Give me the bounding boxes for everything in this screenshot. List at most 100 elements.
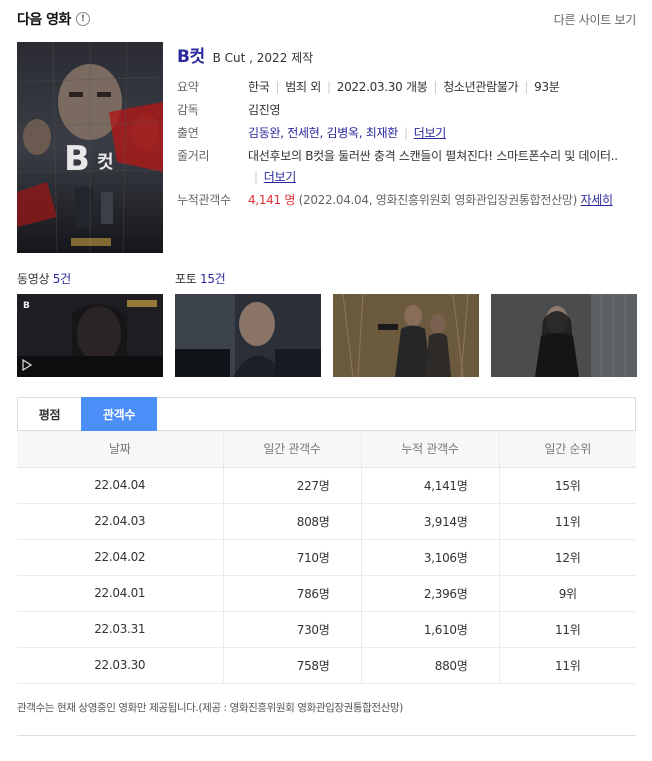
cell-date: 22.04.01	[17, 575, 224, 612]
plot-row: 줄거리 대선후보의 B컷을 둘러싼 충격 스캔들이 펼쳐진다! 스마트폰수리 및…	[177, 146, 637, 188]
divider: |	[403, 126, 408, 140]
movie-subtitle: B Cut , 2022 제작	[212, 51, 314, 65]
photo-thumbnail-1[interactable]	[175, 294, 321, 377]
movie-title-row: B컷 B Cut , 2022 제작	[177, 42, 637, 67]
info-rows: 요약 한국 | 범죄 외 | 2022.03.30 개봉 | 청소년관람불가 | 93분 감독 …	[177, 77, 637, 211]
table-row: 22.04.02 710명 3,106명 12위	[17, 539, 636, 576]
plot-more-link[interactable]: 더보기	[264, 170, 297, 184]
cell-date: 22.04.03	[17, 503, 224, 540]
media-section: 동영상 5건 포토 15건 B	[17, 270, 637, 380]
bottom-divider	[17, 735, 636, 736]
tab-rating[interactable]: 평점	[18, 398, 81, 430]
cell-rank: 12위	[499, 539, 636, 576]
divider: |	[275, 80, 280, 94]
info-tabs: 평점 관객수	[17, 397, 636, 431]
photo-heading[interactable]: 포토 15건	[175, 270, 226, 287]
cell-daily: 730명	[223, 611, 362, 648]
cell-cumulative: 4,141명	[361, 467, 500, 504]
audience-count: 4,141 명	[248, 193, 296, 207]
cell-rank: 9위	[499, 575, 636, 612]
table-row: 22.03.31 730명 1,610명 11위	[17, 611, 636, 648]
photo-thumbnail-2-image	[333, 294, 479, 377]
video-thumbnail[interactable]: B	[17, 294, 163, 377]
summary-row: 요약 한국 | 범죄 외 | 2022.03.30 개봉 | 청소년관람불가 | 93분	[177, 77, 637, 98]
director-link[interactable]: 김진영	[248, 100, 637, 121]
audience-table: 날짜 일간 관객수 누적 관객수 일간 순위 22.04.04 227명 4,1…	[17, 431, 636, 684]
country: 한국	[248, 80, 270, 94]
genre: 범죄 외	[285, 80, 321, 94]
other-sites-link[interactable]: 다른 사이트 보기	[554, 11, 637, 28]
tab-audience[interactable]: 관객수	[81, 397, 157, 431]
svg-text:컷: 컷	[97, 152, 114, 173]
director-row: 감독 김진영	[177, 100, 637, 121]
audience-row: 누적관객수 4,141 명 (2022.04.04, 영화진흥위원회 영화관입장…	[177, 190, 637, 211]
movie-title[interactable]: B컷	[177, 42, 205, 67]
audience-detail-link[interactable]: 자세히	[580, 193, 613, 207]
col-rank-header: 일간 순위	[499, 431, 636, 468]
cell-date: 22.03.30	[17, 647, 224, 684]
divider: |	[254, 170, 258, 184]
cell-cumulative: 1,610명	[361, 611, 500, 648]
cell-cumulative: 3,914명	[361, 503, 500, 540]
table-header-row: 날짜 일간 관객수 누적 관객수 일간 순위	[17, 431, 636, 468]
cast-more-link[interactable]: 더보기	[414, 126, 447, 140]
cast-row: 출연 김동완, 전세현, 김병옥, 최재환 | 더보기	[177, 123, 637, 144]
section-title: 다음 영화	[17, 12, 71, 28]
plot-label: 줄거리	[177, 149, 210, 163]
summary-value: 한국 | 범죄 외 | 2022.03.30 개봉 | 청소년관람불가 | 93분	[248, 77, 637, 98]
age-rating: 청소년관람불가	[443, 80, 519, 94]
section-header: 다음 영화 ! 다른 사이트 보기	[17, 9, 636, 29]
photo-thumbnail-1-image	[175, 294, 321, 377]
cast-links[interactable]: 김동완, 전세현, 김병옥, 최재환	[248, 126, 398, 140]
cell-date: 22.04.04	[17, 467, 224, 504]
poster-image: B 컷	[17, 42, 163, 253]
cell-daily: 710명	[223, 539, 362, 576]
cell-cumulative: 880명	[361, 647, 500, 684]
title-wrap: 다음 영화 !	[17, 9, 90, 29]
col-cumulative-header: 누적 관객수	[361, 431, 500, 468]
cast-label: 출연	[177, 126, 199, 140]
photo-thumbnail-2[interactable]	[333, 294, 479, 377]
audience-value: 4,141 명 (2022.04.04, 영화진흥위원회 영화관입장권통합전산망…	[248, 190, 637, 211]
cell-rank: 11위	[499, 611, 636, 648]
cell-daily: 227명	[223, 467, 362, 504]
cell-rank: 11위	[499, 503, 636, 540]
table-row: 22.03.30 758명 880명 11위	[17, 647, 636, 684]
cast-value: 김동완, 전세현, 김병옥, 최재환 | 더보기	[248, 123, 637, 144]
cell-daily: 786명	[223, 575, 362, 612]
table-row: 22.04.04 227명 4,141명 15위	[17, 467, 636, 504]
col-daily-header: 일간 관객수	[223, 431, 362, 468]
photo-count: 15건	[200, 272, 226, 286]
cell-rank: 15위	[499, 467, 636, 504]
movie-poster[interactable]: B 컷	[17, 42, 163, 253]
info-icon[interactable]: !	[75, 12, 90, 26]
photo-thumbnail-3-image	[491, 294, 637, 377]
divider: |	[433, 80, 438, 94]
summary-label: 요약	[177, 80, 199, 94]
video-label: 동영상	[17, 272, 50, 286]
cell-daily: 758명	[223, 647, 362, 684]
release-date: 2022.03.30 개봉	[336, 80, 428, 94]
cell-date: 22.03.31	[17, 611, 224, 648]
photo-thumbnail-3[interactable]	[491, 294, 637, 377]
divider: |	[326, 80, 331, 94]
svg-text:B: B	[64, 139, 90, 179]
table-row: 22.04.01 786명 2,396명 9위	[17, 575, 636, 612]
cell-daily: 808명	[223, 503, 362, 540]
audience-source: (2022.04.04, 영화진흥위원회 영화관입장권통합전산망)	[298, 193, 578, 207]
plot-text: 대선후보의 B컷을 둘러싼 충격 스캔들이 펼쳐진다! 스마트폰수리 및 데이터…	[248, 149, 618, 163]
cell-cumulative: 3,106명	[361, 539, 500, 576]
svg-text:B: B	[23, 301, 30, 311]
audience-label: 누적관객수	[177, 193, 231, 207]
plot-value: 대선후보의 B컷을 둘러싼 충격 스캔들이 펼쳐진다! 스마트폰수리 및 데이터…	[248, 146, 637, 188]
runtime: 93분	[534, 80, 560, 94]
cell-rank: 11위	[499, 647, 636, 684]
data-source-note: 관객수는 현재 상영중인 영화만 제공됩니다.(제공 : 영화진흥위원회 영화관…	[17, 702, 403, 714]
divider: |	[524, 80, 529, 94]
table-row: 22.04.03 808명 3,914명 11위	[17, 503, 636, 540]
photo-label: 포토	[175, 272, 197, 286]
col-date-header: 날짜	[17, 431, 224, 468]
video-heading[interactable]: 동영상 5건	[17, 270, 71, 287]
movie-info: B컷 B Cut , 2022 제작 요약 한국 | 범죄 외 | 2022.03.30…	[177, 42, 637, 213]
director-label: 감독	[177, 103, 199, 117]
